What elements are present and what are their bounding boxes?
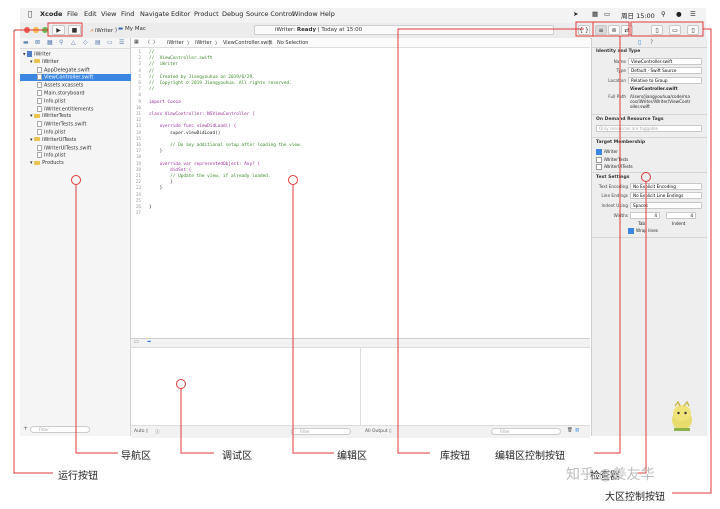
annotation-overlay bbox=[13, 21, 712, 494]
annotation-editor: 编辑区 bbox=[337, 451, 367, 462]
annotation-area-controls: 大区控制按钮 bbox=[605, 492, 665, 503]
annotation-editor-controls: 编辑区控制按钮 bbox=[495, 451, 565, 462]
annotation-library: 库按钮 bbox=[440, 451, 470, 462]
annotation-navigator: 导航区 bbox=[121, 451, 151, 462]
watermark: 知乎 @姜友华 bbox=[566, 467, 655, 483]
annotation-run: 运行按钮 bbox=[58, 471, 98, 482]
annotation-debug: 调试区 bbox=[222, 451, 252, 462]
